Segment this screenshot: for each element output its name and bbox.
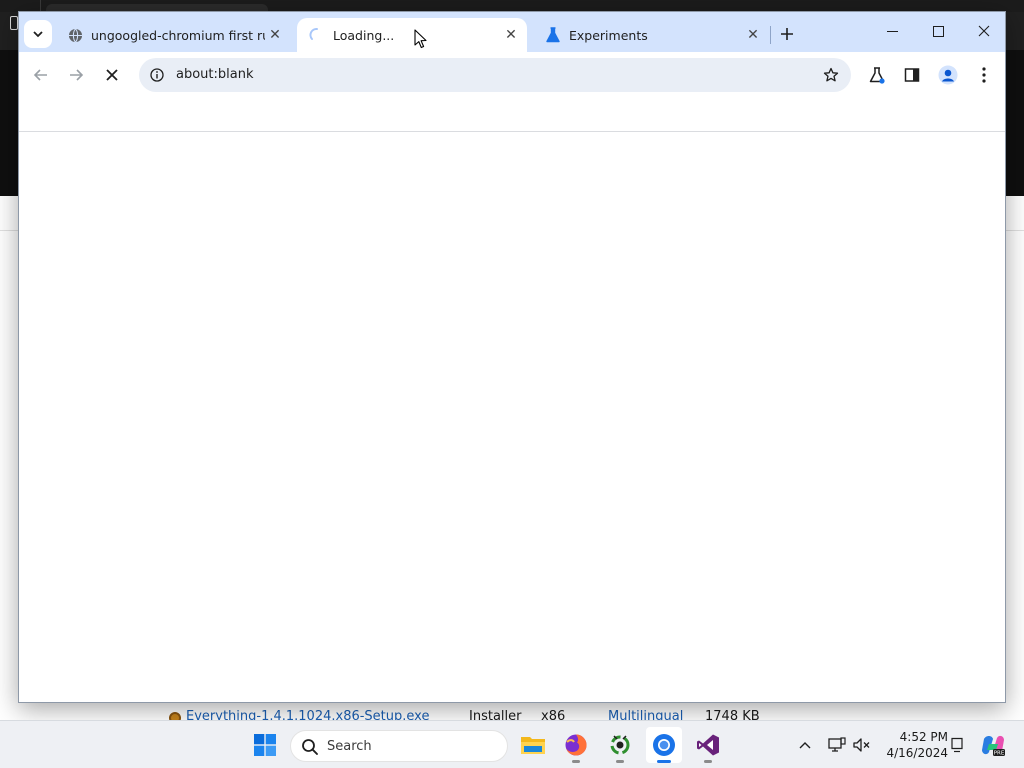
search-placeholder: Search [327, 739, 372, 754]
file-size: 1748 KB [705, 709, 760, 720]
notification-button[interactable] [946, 721, 968, 768]
browser-window: ungoogled-chromium first run ✕ Loading..… [18, 11, 1006, 703]
new-tab-button[interactable] [773, 20, 801, 48]
svg-text:PRE: PRE [994, 751, 1005, 757]
speaker-muted-icon [853, 738, 870, 752]
side-panel-icon [904, 68, 920, 82]
clock-time: 4:52 PM [899, 730, 948, 744]
forward-button[interactable] [61, 60, 91, 90]
running-indicator [616, 760, 624, 763]
firefox-button[interactable] [558, 727, 594, 763]
file-arch: x86 [541, 709, 566, 720]
menu-button[interactable] [969, 60, 999, 90]
clock-date: 4/16/2024 [886, 746, 948, 760]
maximize-icon [932, 25, 944, 37]
network-button[interactable] [826, 721, 848, 768]
recycle-app-button[interactable] [602, 727, 638, 763]
file-type: Installer [469, 709, 522, 720]
tab-title: ungoogled-chromium first run [91, 27, 265, 43]
flask-icon [869, 67, 885, 84]
installer-file-icon [169, 712, 181, 720]
tab-separator [770, 26, 771, 44]
chevron-down-icon [33, 31, 43, 38]
browser-toolbar: about:blank [19, 52, 1005, 98]
close-icon [978, 25, 990, 37]
file-language: Multilingual [608, 709, 684, 720]
page-content[interactable] [19, 132, 1005, 702]
arrow-left-icon [33, 69, 47, 81]
file-explorer-icon [521, 737, 545, 754]
back-button[interactable] [26, 60, 56, 90]
stop-loading-button[interactable] [97, 60, 127, 90]
running-indicator [657, 760, 671, 763]
network-icon [828, 737, 846, 752]
taskbar: Search 4:52 PM 4/16/2024 PRE [0, 720, 1024, 768]
address-bar[interactable]: about:blank [139, 58, 851, 92]
file-explorer-button[interactable] [515, 727, 551, 763]
tab-strip: ungoogled-chromium first run ✕ Loading..… [19, 12, 1005, 52]
close-tab-icon[interactable]: ✕ [743, 25, 763, 45]
avatar-icon [938, 65, 958, 85]
file-name[interactable]: Everything-1.4.1.1024.x86-Setup.exe [186, 709, 429, 720]
close-icon [106, 69, 118, 81]
running-indicator [572, 760, 580, 763]
minimize-icon [886, 30, 898, 32]
background-file-row[interactable]: Everything-1.4.1.1024.x86-Setup.exe Inst… [0, 703, 1024, 720]
arrow-right-icon [70, 69, 84, 81]
more-vertical-icon [982, 67, 986, 83]
windows-logo-icon [254, 734, 276, 756]
visual-studio-button[interactable] [690, 727, 726, 763]
globe-icon [67, 27, 83, 43]
start-button[interactable] [247, 727, 283, 763]
tab-title: Experiments [569, 27, 648, 43]
copilot-preview-icon: PRE [982, 735, 1005, 757]
volume-button[interactable] [851, 721, 873, 768]
maximize-button[interactable] [915, 12, 961, 50]
tab-experiments[interactable]: Experiments ✕ [533, 18, 769, 52]
chromium-icon [653, 734, 675, 756]
taskbar-search[interactable]: Search [290, 730, 508, 762]
close-window-button[interactable] [961, 12, 1007, 50]
copilot-button[interactable]: PRE [978, 721, 1008, 768]
profile-button[interactable] [933, 60, 963, 90]
site-info-icon[interactable] [147, 65, 167, 85]
plus-icon [781, 28, 793, 40]
tab-first-run[interactable]: ungoogled-chromium first run ✕ [55, 18, 291, 52]
experiments-button[interactable] [862, 60, 892, 90]
close-tab-icon[interactable]: ✕ [501, 25, 521, 45]
search-icon [302, 739, 318, 755]
flask-icon [545, 27, 561, 43]
tab-loading[interactable]: Loading... ✕ [297, 18, 527, 52]
background-window-icon [10, 16, 18, 30]
loading-spinner-icon [309, 27, 325, 43]
show-hidden-icons-button[interactable] [794, 721, 816, 768]
mouse-cursor-icon [414, 29, 427, 49]
tab-search-button[interactable] [24, 20, 52, 48]
clock[interactable]: 4:52 PM 4/16/2024 [876, 729, 948, 761]
chevron-up-icon [799, 742, 811, 749]
running-indicator [704, 760, 712, 763]
chromium-button[interactable] [646, 727, 682, 763]
side-panel-button[interactable] [897, 60, 927, 90]
notification-icon [951, 737, 963, 753]
visual-studio-icon [697, 734, 719, 756]
close-tab-icon[interactable]: ✕ [265, 25, 285, 45]
bookmark-star-icon[interactable] [821, 65, 841, 85]
recycle-app-icon [610, 735, 630, 755]
minimize-button[interactable] [869, 12, 915, 50]
address-text[interactable]: about:blank [176, 67, 254, 82]
firefox-icon [565, 734, 587, 756]
